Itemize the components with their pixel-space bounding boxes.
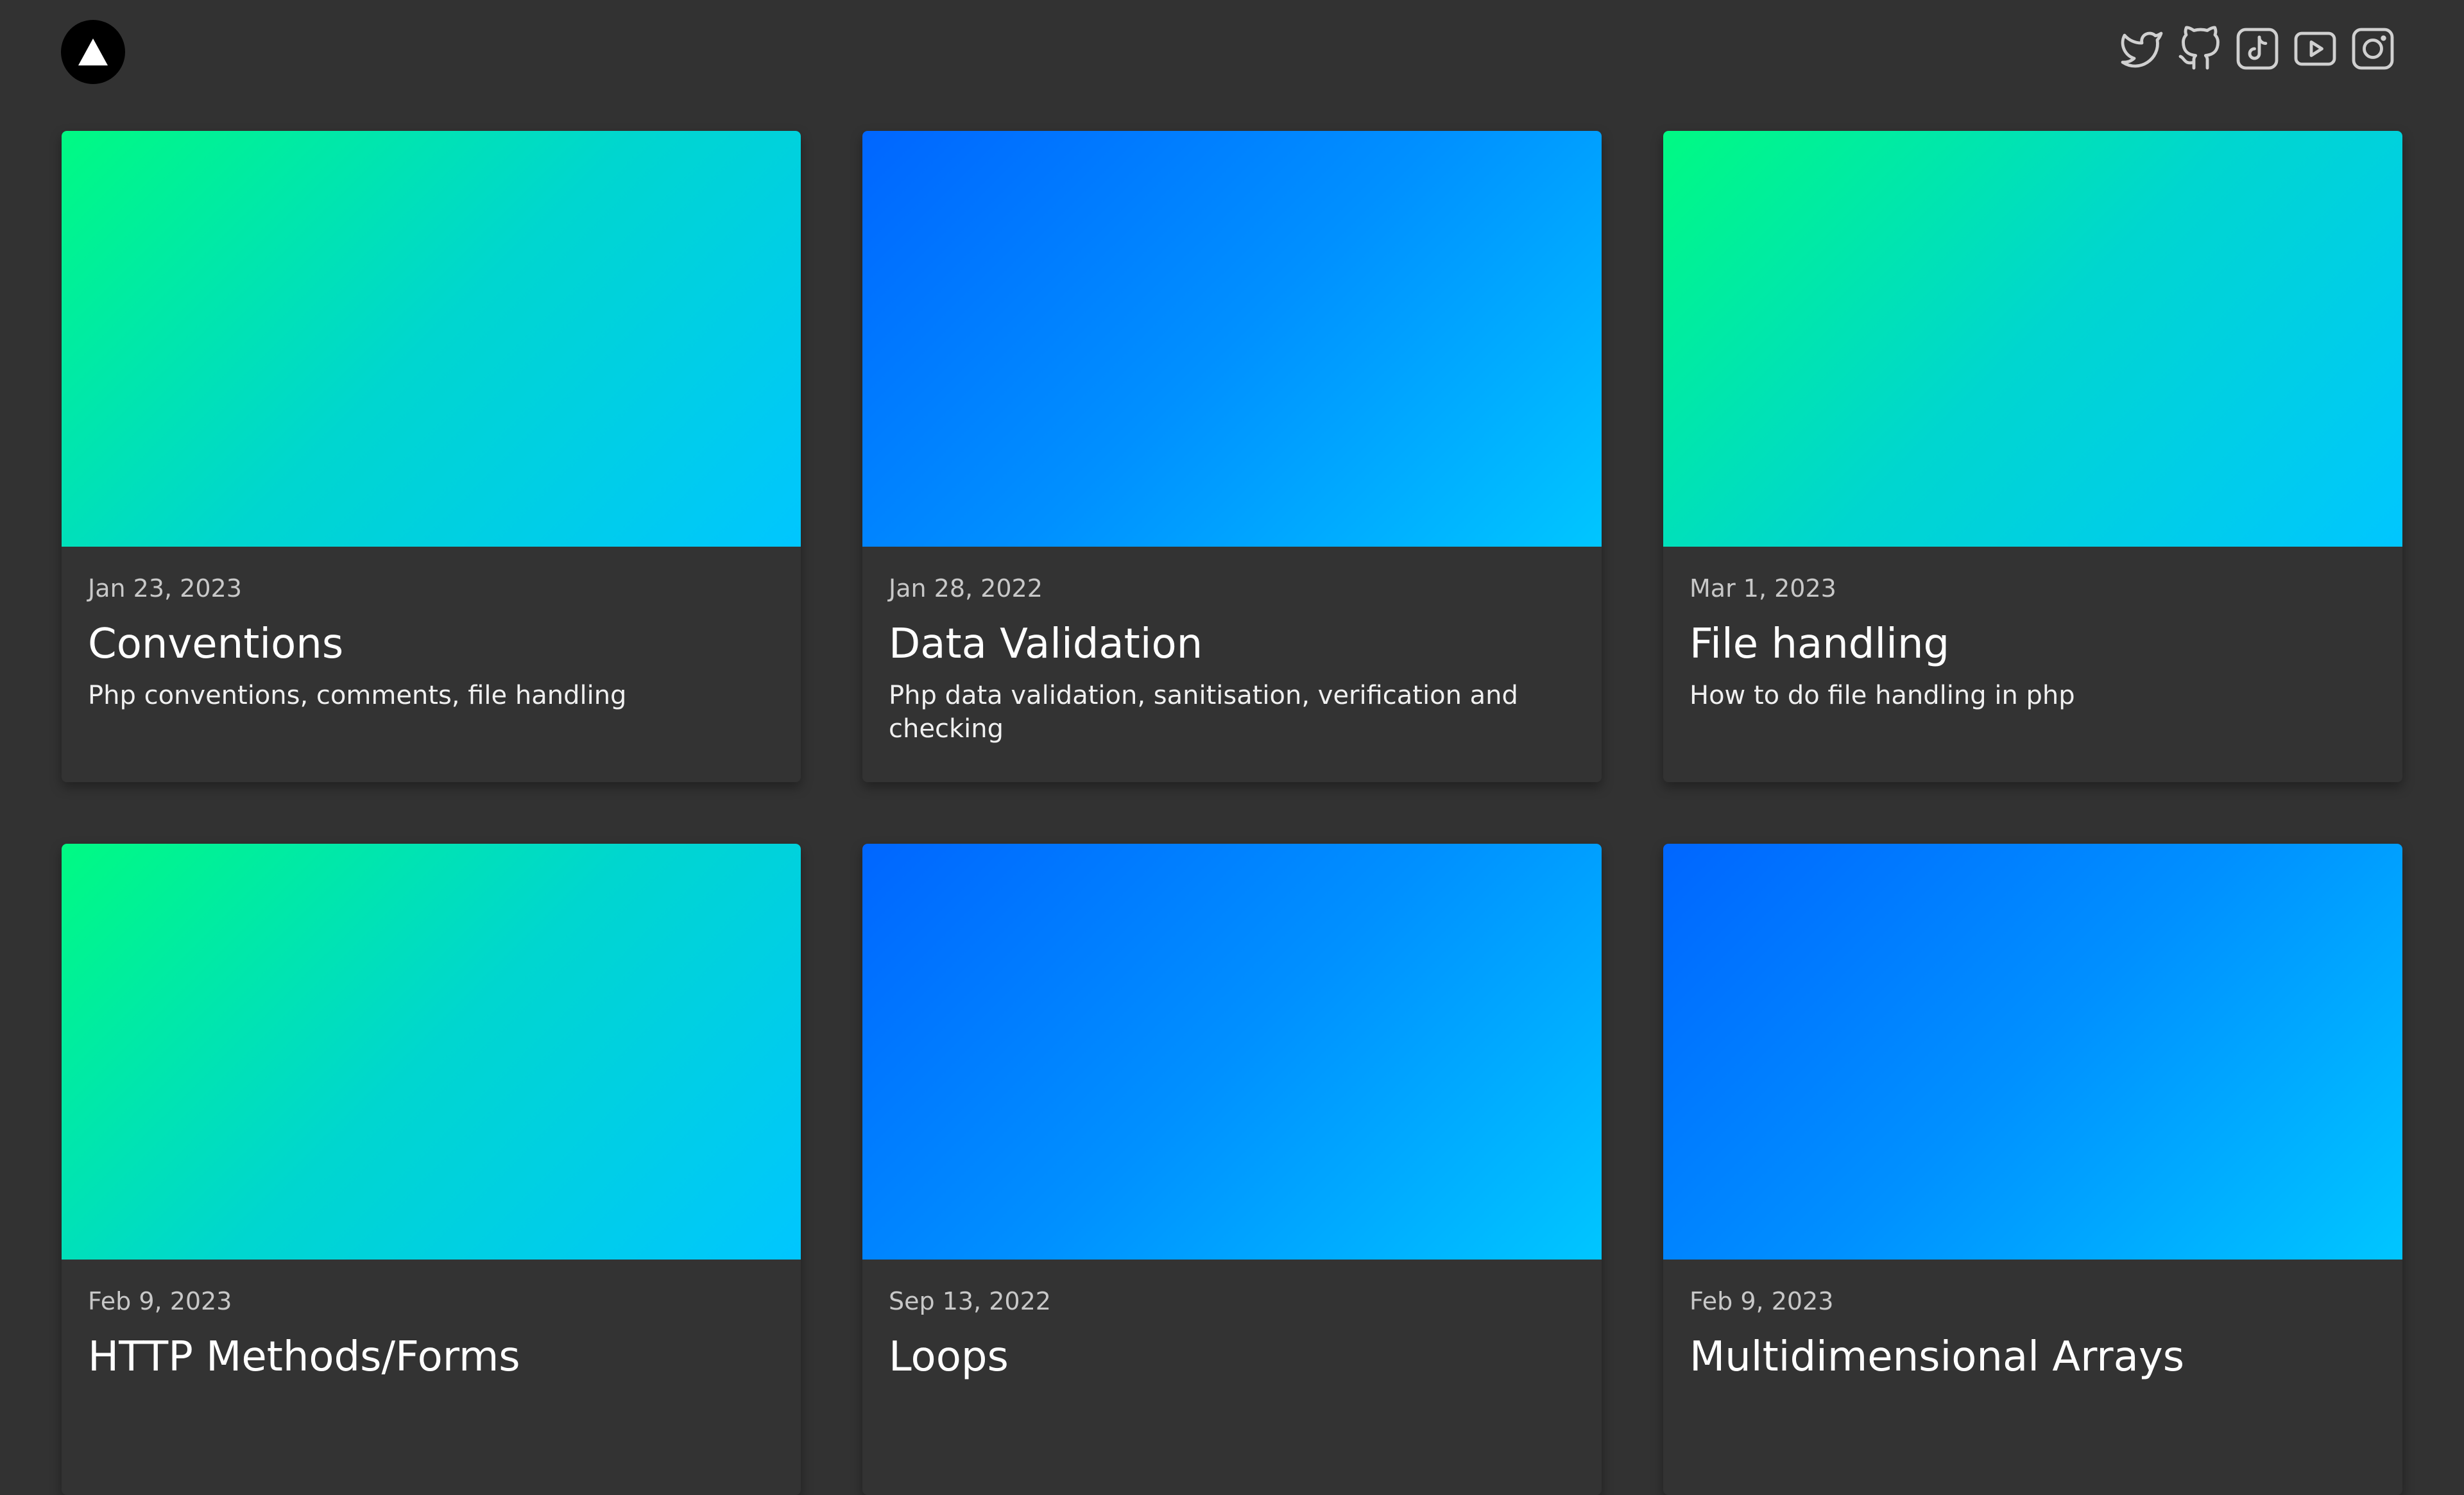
post-description: Php data validation, sanitisation, verif… [889,681,1518,744]
tiktok-icon [2236,28,2279,70]
post-date: Mar 1, 2023 [1690,574,1836,602]
youtube-icon [2294,31,2336,66]
post-grid: Jan 23, 2023 Conventions Php conventions… [62,131,2402,1495]
instagram-icon [2352,28,2394,70]
post-description: Php conventions, comments, file handling [88,681,627,710]
twitter-link[interactable] [2118,23,2166,74]
home-logo-button[interactable] [61,20,125,84]
post-date: Jan 23, 2023 [88,574,242,602]
post-title[interactable]: File handling [1690,617,2376,671]
instagram-link[interactable] [2349,23,2397,74]
twitter-icon [2121,31,2163,68]
post-card[interactable]: Sep 13, 2022 Loops [862,844,1602,1495]
post-title[interactable]: HTTP Methods/Forms [88,1330,774,1384]
post-date: Jan 28, 2022 [889,574,1043,602]
post-thumbnail [1663,131,2402,547]
post-title[interactable]: Conventions [88,617,774,671]
post-description: How to do file handling in php [1690,681,2075,710]
github-link[interactable] [2176,23,2223,74]
post-card[interactable]: Feb 9, 2023 Multidimensional Arrays [1663,844,2402,1495]
post-title[interactable]: Multidimensional Arrays [1690,1330,2376,1384]
post-title[interactable]: Data Validation [889,617,1575,671]
post-date: Sep 13, 2022 [889,1287,1051,1315]
post-card[interactable]: Mar 1, 2023 File handling How to do file… [1663,131,2402,782]
tiktok-link[interactable] [2234,23,2281,74]
post-thumbnail [62,844,801,1260]
post-thumbnail [1663,844,2402,1260]
github-icon [2178,26,2220,70]
post-card[interactable]: Jan 23, 2023 Conventions Php conventions… [62,131,801,782]
post-thumbnail [862,131,1602,547]
post-title[interactable]: Loops [889,1330,1575,1384]
post-thumbnail [862,844,1602,1260]
site-header [0,0,2464,122]
post-thumbnail [62,131,801,547]
post-card[interactable]: Feb 9, 2023 HTTP Methods/Forms [62,844,801,1495]
post-date: Feb 9, 2023 [88,1287,232,1315]
social-links [2118,23,2397,74]
triangle-logo-icon [78,38,108,65]
post-date: Feb 9, 2023 [1690,1287,1834,1315]
youtube-link[interactable] [2291,23,2339,74]
post-card[interactable]: Jan 28, 2022 Data Validation Php data va… [862,131,1602,782]
